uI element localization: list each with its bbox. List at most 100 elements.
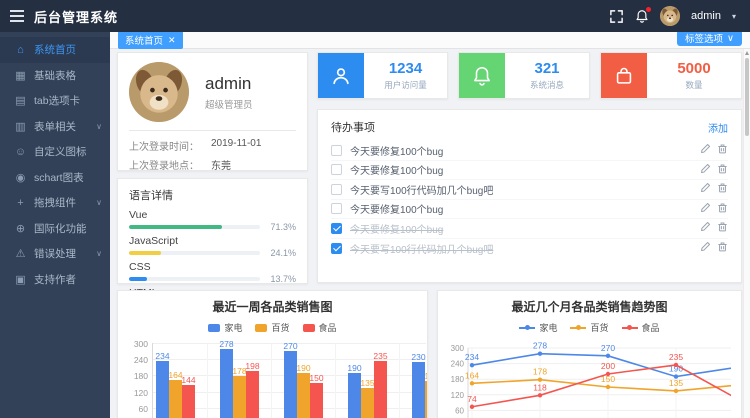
notifications-bell-icon[interactable] <box>635 9 649 23</box>
edit-icon[interactable] <box>700 202 711 216</box>
sidebar-item-label: 表单相关 <box>34 119 76 134</box>
delete-icon[interactable] <box>717 221 728 235</box>
legend-item-家电[interactable]: 家电 <box>519 321 557 334</box>
avatar[interactable] <box>660 6 680 26</box>
menu-toggle-icon[interactable] <box>0 9 34 24</box>
scrollbar-thumb[interactable] <box>745 58 749 136</box>
bar-百货 <box>169 380 182 418</box>
edit-icon[interactable] <box>700 221 711 235</box>
sidebar-item-label: 拖拽组件 <box>34 195 76 210</box>
legend-label: 家电 <box>539 321 557 334</box>
legend-label: 食品 <box>319 321 337 334</box>
y-axis-tick: 180 <box>122 371 148 381</box>
sidebar-item-表单相关[interactable]: ▥表单相关∨ <box>0 114 110 140</box>
legend-item-食品[interactable]: 食品 <box>303 321 337 334</box>
gridline <box>335 343 336 418</box>
scrollbar[interactable] <box>743 49 750 418</box>
todo-add-link[interactable]: 添加 <box>708 120 728 135</box>
edit-icon[interactable] <box>700 143 711 157</box>
header: 后台管理系统 <box>0 0 750 32</box>
bar-家电 <box>284 351 297 418</box>
sidebar-item-label: 错误处理 <box>34 246 76 261</box>
sidebar-item-自定义图标[interactable]: ☺自定义图标 <box>0 139 110 165</box>
edit-icon[interactable] <box>700 241 711 255</box>
tab-bar: 系统首页 ✕ 标签选项 ∨ <box>110 32 750 49</box>
legend-item-家电[interactable]: 家电 <box>208 321 242 334</box>
legend-item-食品[interactable]: 食品 <box>622 321 660 334</box>
delete-icon[interactable] <box>717 182 728 196</box>
user-icon <box>318 53 364 98</box>
legend-marker <box>208 324 220 332</box>
user-dropdown-caret-icon[interactable]: ▾ <box>732 12 736 21</box>
tab-home[interactable]: 系统首页 ✕ <box>118 31 183 49</box>
todo-checkbox[interactable] <box>331 145 342 156</box>
svg-text:278: 278 <box>533 341 547 351</box>
legend-marker <box>570 327 586 329</box>
sidebar-item-系统首页[interactable]: ⌂ 系统首页 <box>0 37 110 63</box>
y-axis-tick: 120 <box>122 388 148 398</box>
stat-value: 5000 <box>677 60 710 77</box>
todo-checkbox[interactable] <box>331 203 342 214</box>
todo-text: 今天要修复100个bug <box>350 221 692 236</box>
sidebar-item-支持作者[interactable]: ▣支持作者 <box>0 267 110 293</box>
sidebar-item-国际化功能[interactable]: ⊕国际化功能 <box>0 216 110 242</box>
line-chart-title: 最近几个月各品类销售趋势图 <box>438 298 741 315</box>
stat-card: 1234 用户访问量 <box>317 52 448 99</box>
delete-icon[interactable] <box>717 143 728 157</box>
sidebar-item-基础表格[interactable]: ▦基础表格 <box>0 63 110 89</box>
form-icon: ▥ <box>13 120 28 133</box>
tag-options-button[interactable]: 标签选项 ∨ <box>677 30 742 46</box>
stat-label: 数量 <box>685 79 702 91</box>
bar-value-label: 234 <box>148 351 178 361</box>
login-time-value: 2019-11-01 <box>211 138 261 153</box>
edit-icon[interactable] <box>700 163 711 177</box>
stat-value: 1234 <box>389 60 422 77</box>
todo-checkbox[interactable] <box>331 184 342 195</box>
line-chart-svg: 300240180120601月2月3月4月5月2342782701902301… <box>438 338 731 418</box>
app-root: 后台管理系统 <box>0 0 750 418</box>
svg-text:240: 240 <box>451 360 465 369</box>
sidebar-item-tab选项卡[interactable]: ▤tab选项卡 <box>0 88 110 114</box>
sidebar-item-label: schart图表 <box>34 170 84 185</box>
drag-icon: + <box>13 197 28 209</box>
delete-icon[interactable] <box>717 241 728 255</box>
language-row: JavaScript24.1% <box>129 235 296 258</box>
sidebar-item-schart图表[interactable]: ◉ schart图表 <box>0 165 110 191</box>
y-axis-tick: 60 <box>122 404 148 414</box>
bar-百货 <box>233 376 246 418</box>
progress-fill <box>129 251 161 255</box>
delete-icon[interactable] <box>717 202 728 216</box>
todo-checkbox[interactable] <box>331 223 342 234</box>
legend-item-百货[interactable]: 百货 <box>255 321 289 334</box>
sidebar-item-拖拽组件[interactable]: +拖拽组件∨ <box>0 190 110 216</box>
stat-label: 用户访问量 <box>384 79 427 91</box>
home-icon: ⌂ <box>13 44 28 56</box>
close-icon[interactable]: ✕ <box>168 35 176 46</box>
delete-icon[interactable] <box>717 163 728 177</box>
sidebar-item-label: 系统首页 <box>34 42 76 57</box>
todo-checkbox[interactable] <box>331 243 342 254</box>
fullscreen-icon[interactable] <box>609 9 624 24</box>
line-chart-plot: 300240180120601月2月3月4月5月2342782701902301… <box>438 338 741 418</box>
bar-chart-legend: 家电 百货 食品 <box>118 321 427 334</box>
progress-percent: 71.3% <box>260 222 296 232</box>
scrollbar-up-arrow-icon[interactable] <box>745 51 749 55</box>
todo-checkbox[interactable] <box>331 164 342 175</box>
chart-icon: ◉ <box>13 171 28 184</box>
legend-item-百货[interactable]: 百货 <box>570 321 608 334</box>
sidebar: ⌂ 系统首页 ▦基础表格▤tab选项卡 ▥ 表单相关 ∨ ☺自定义图标 ◉ schart图表 + 拖… <box>0 32 110 418</box>
chevron-down-icon: ∨ <box>96 249 102 258</box>
sidebar-item-错误处理[interactable]: ⚠错误处理∨ <box>0 241 110 267</box>
username[interactable]: admin <box>691 10 721 22</box>
gridline <box>271 343 272 418</box>
edit-icon[interactable] <box>700 182 711 196</box>
profile-name: admin <box>205 74 253 94</box>
todo-item: 今天要修复100个bug <box>331 161 728 181</box>
legend-marker <box>303 324 315 332</box>
legend-label: 百货 <box>271 321 289 334</box>
progress-track <box>129 251 260 255</box>
bar-百货 <box>425 381 428 418</box>
svg-text:60: 60 <box>455 406 464 415</box>
stats-row: 1234用户访问量321系统消息5000数量 <box>317 52 742 99</box>
sidebar-item-label: 国际化功能 <box>34 221 87 236</box>
